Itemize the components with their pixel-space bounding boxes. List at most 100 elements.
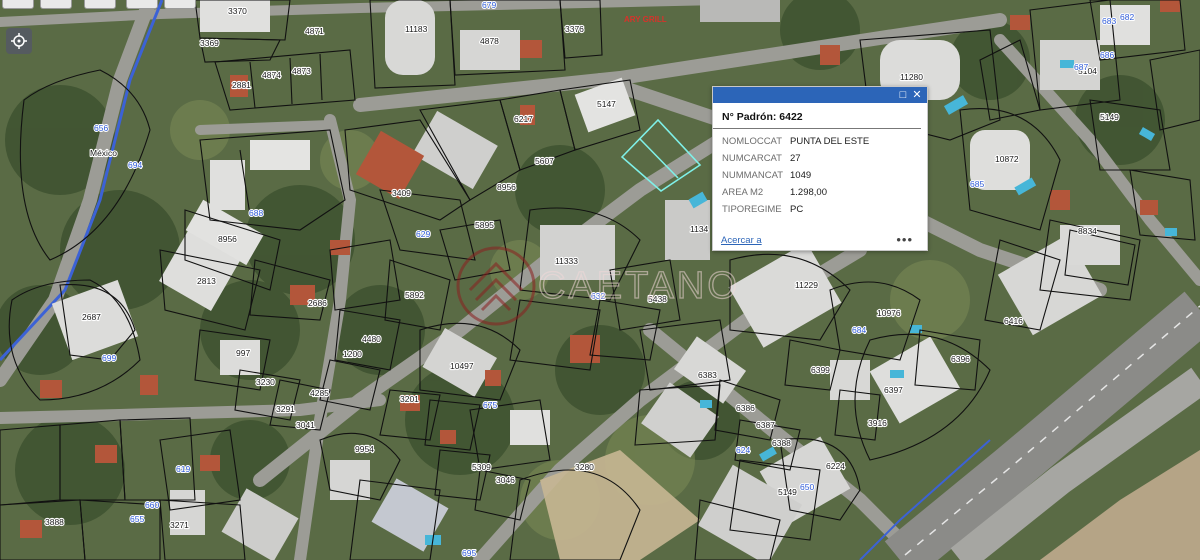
parcel-number-label: 4285 [310, 388, 329, 398]
parcel-number-label: 6383 [698, 370, 717, 380]
parcel-number-label: 10497 [450, 361, 474, 371]
street-number-label: 619 [176, 464, 190, 474]
parcel-number-label: 3376 [565, 24, 584, 34]
map-toolbar-button-5[interactable] [164, 0, 196, 9]
parcel-number-label: 3271 [170, 520, 189, 530]
close-icon[interactable]: ✕ [911, 89, 923, 101]
parcel-number-label: 3916 [868, 418, 887, 428]
attribute-key: AREA M2 [722, 187, 764, 198]
parcel-number-label: 6396 [951, 354, 970, 364]
parcel-number-label: 2881 [232, 80, 251, 90]
parcel-number-label: 5607 [535, 156, 554, 166]
popup-header-bar: □ ✕ [713, 87, 927, 103]
attribute-key: NOMLOCCAT [722, 136, 782, 147]
street-number-label: 699 [102, 353, 116, 363]
attribute-key: TIPOREGIME [722, 204, 782, 215]
parcel-number-label: 6217 [514, 114, 533, 124]
parcel-number-label: 4873 [292, 66, 311, 76]
parcel-number-label: 11229 [795, 280, 818, 290]
attribute-value: PUNTA DEL ESTE [790, 136, 870, 147]
parcel-number-label: 3291 [276, 404, 295, 414]
parcel-number-label: 3409 [392, 188, 411, 198]
parcel-number-label: 997 [236, 348, 250, 358]
parcel-number-label: 3201 [400, 394, 419, 404]
table-row: NUMCARCAT 27 [722, 150, 869, 167]
parcel-number-label: 5149 [778, 487, 797, 497]
parcel-number-label: 5147 [597, 99, 616, 109]
map-toolbar-button-2[interactable] [40, 0, 72, 9]
map-toolbar-button-1[interactable] [2, 0, 34, 9]
parcel-number-label: 3041 [296, 420, 315, 430]
parcel-number-label: 5149 [1100, 112, 1119, 122]
parcel-number-label: 6388 [772, 438, 791, 448]
parcel-number-label: 10976 [877, 308, 901, 318]
parcel-number-label: 5895 [475, 220, 494, 230]
parcel-number-label: 4874 [262, 70, 281, 80]
street-number-label: 650 [800, 482, 814, 492]
street-number-label: 682 [1120, 12, 1134, 22]
table-row: NOMLOCCAT PUNTA DEL ESTE [722, 133, 869, 150]
attribute-value: 1049 [790, 170, 812, 181]
street-number-label: 656 [94, 123, 108, 133]
parcel-number-label: 10872 [995, 154, 1019, 164]
street-number-label: 660 [145, 500, 159, 510]
table-row: NUMMANCAT 1049 [722, 167, 869, 184]
table-row: TIPOREGIME PC [722, 201, 869, 218]
parcel-number-label: 9954 [355, 444, 374, 454]
street-number-label: 624 [736, 445, 750, 455]
street-number-label: 685 [970, 179, 984, 189]
parcel-number-label: 11280 [900, 72, 923, 82]
parcel-number-label: 6386 [736, 403, 755, 413]
maximize-icon[interactable]: □ [897, 89, 909, 101]
watermark-text: CAETANO [538, 265, 736, 307]
business-label: ARY GRILL [624, 15, 667, 24]
crosshair-icon [11, 33, 27, 49]
parcel-number-label: 3280 [575, 462, 594, 472]
caetano-watermark: CAETANO [456, 246, 736, 326]
parcel-number-label: 6416 [1004, 316, 1023, 326]
parcel-number-label: 4878 [480, 36, 499, 46]
street-number-label: 679 [482, 0, 496, 10]
attribute-key: NUMMANCAT [722, 170, 784, 181]
locate-button[interactable] [6, 28, 32, 54]
parcel-number-label: 2813 [197, 276, 216, 286]
attribute-key: NUMCARCAT [722, 153, 782, 164]
parcel-number-label: 6224 [826, 461, 845, 471]
parcel-number-label: 6397 [884, 385, 903, 395]
street-number-label: 695 [462, 548, 476, 558]
more-options-icon[interactable]: ••• [896, 232, 913, 247]
zoom-to-link[interactable]: Acercar a [721, 235, 762, 246]
attribute-value: 1.298,00 [790, 187, 827, 198]
parcel-number-label: 8956 [218, 234, 237, 244]
watermark-house-icon [468, 261, 524, 312]
street-number-label: 686 [1100, 50, 1114, 60]
street-number-label: 684 [852, 325, 866, 335]
parcel-number-label: 3046 [496, 475, 515, 485]
map-toolbar-button-3[interactable] [84, 0, 116, 9]
parcel-number-label: 8956 [497, 182, 516, 192]
table-row: AREA M2 1.298,00 [722, 184, 869, 201]
street-number-label: 655 [130, 514, 144, 524]
parcel-number-label: 2687 [82, 312, 101, 322]
street-number-label: 687 [1074, 62, 1088, 72]
map-toolbar-button-4[interactable] [126, 0, 158, 9]
parcel-number-label: 5309 [472, 462, 491, 472]
popup-title: N° Padrón: 6422 [713, 103, 921, 129]
street-number-label: 688 [249, 208, 263, 218]
parcel-number-label: 11183 [405, 24, 428, 34]
parcel-number-label: 3370 [228, 6, 247, 16]
parcel-number-label: 1200 [343, 349, 362, 359]
street-number-label: 629 [416, 229, 430, 239]
parcel-number-label: 8834 [1078, 226, 1097, 236]
parcel-number-label: 4871 [305, 26, 324, 36]
street-number-label: 683 [1102, 16, 1116, 26]
attribute-value: PC [790, 204, 804, 215]
street-number-label: 675 [483, 400, 497, 410]
parcel-number-label: 6387 [756, 420, 775, 430]
parcel-number-label: 6399 [811, 365, 830, 375]
parcel-number-label: 4480 [362, 334, 381, 344]
parcel-number-label: 3888 [45, 517, 64, 527]
parcel-number-label: 5892 [405, 290, 424, 300]
parcel-number-label: 3230 [256, 377, 275, 387]
parcel-number-label: 3369 [200, 38, 219, 48]
